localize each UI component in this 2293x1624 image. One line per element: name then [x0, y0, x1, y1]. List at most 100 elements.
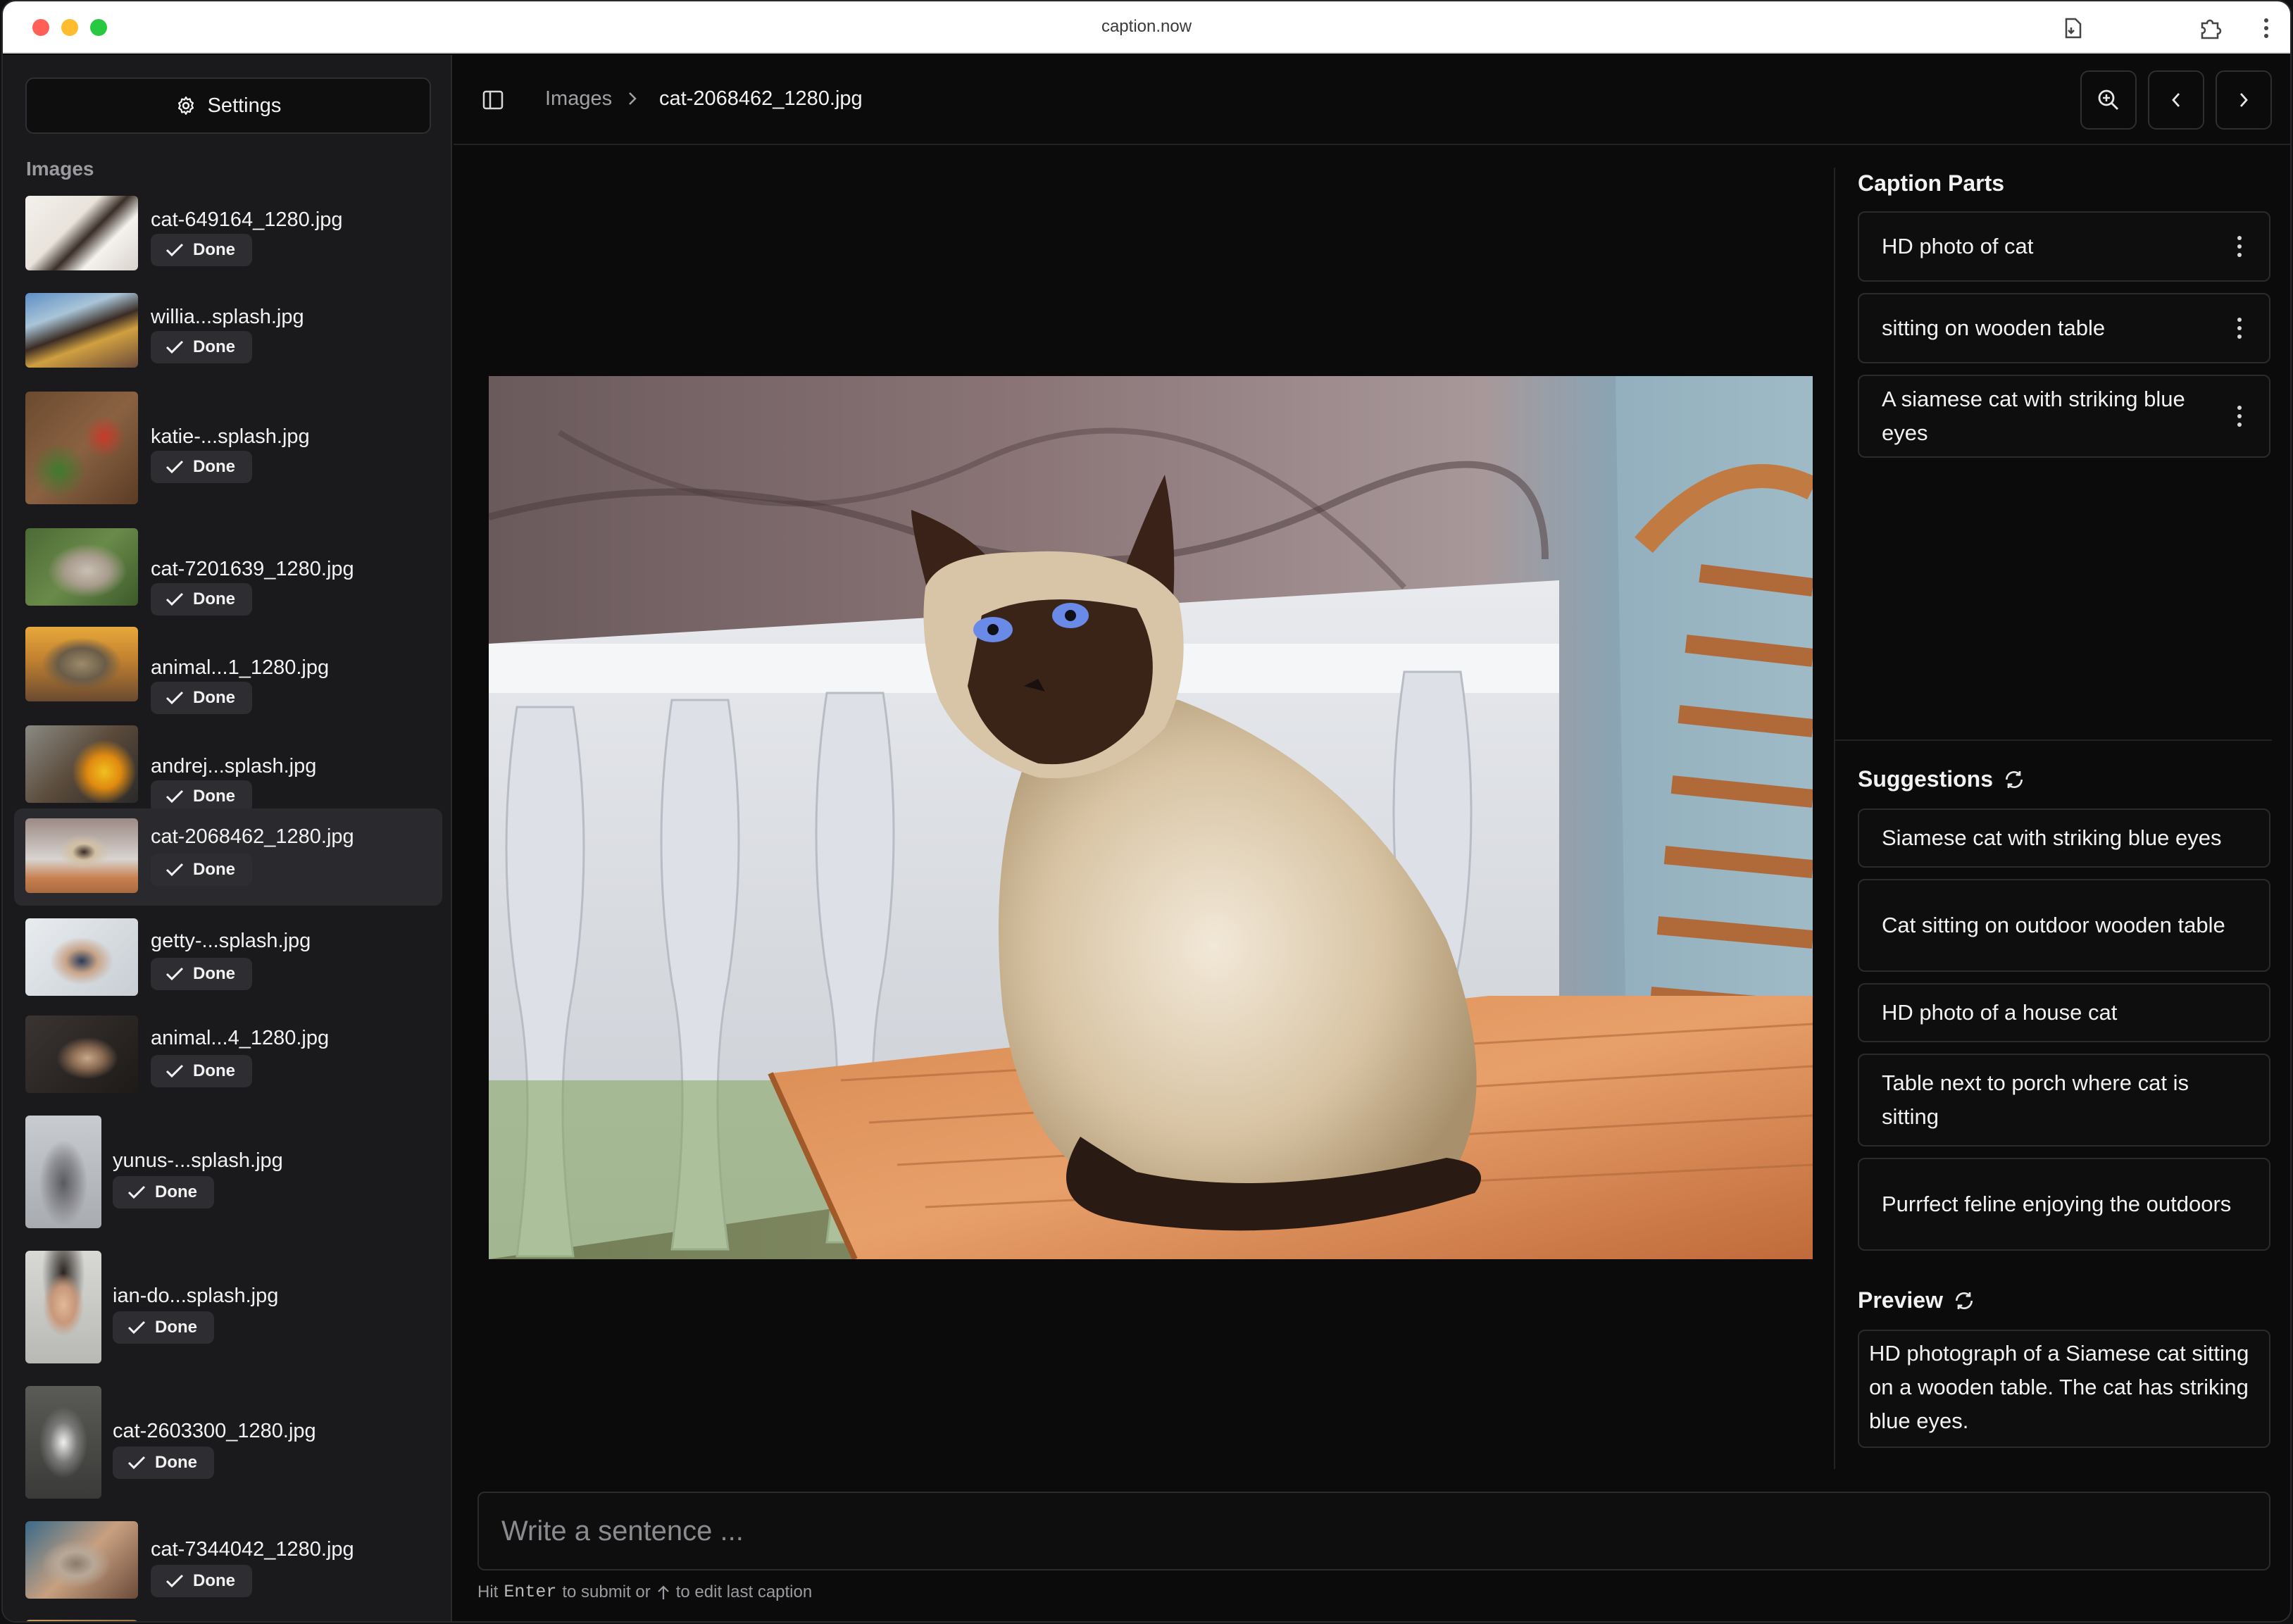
panel-divider	[1834, 168, 1835, 1469]
check-icon	[165, 789, 184, 804]
caption-part-text: HD photo of cat	[1882, 234, 2034, 258]
more-options-icon[interactable]	[2232, 314, 2247, 342]
sidebar: Settings Images cat-649164_1280.jpg Done…	[3, 55, 452, 1621]
check-icon	[165, 460, 184, 474]
caption-part-item[interactable]: sitting on wooden table	[1858, 293, 2270, 363]
next-image-button[interactable]	[2216, 70, 2272, 130]
status-label: Done	[193, 688, 235, 707]
image-filename: cat-7344042_1280.jpg	[151, 1538, 354, 1561]
status-badge: Done	[151, 1565, 252, 1597]
check-icon	[127, 1456, 146, 1470]
caption-part-item[interactable]: HD photo of cat	[1858, 211, 2270, 282]
more-options-icon[interactable]	[2232, 402, 2247, 430]
image-list-item[interactable]: cat-7344042_1280.jpg Done	[14, 1516, 442, 1604]
status-badge: Done	[113, 1447, 214, 1479]
suggestion-text: Cat sitting on outdoor wooden table	[1882, 913, 2225, 937]
preview-title: Preview	[1858, 1287, 1943, 1313]
suggestion-item[interactable]: HD photo of a house cat	[1858, 983, 2270, 1042]
caption-preview: HD photograph of a Siamese cat sitting o…	[1858, 1330, 2270, 1448]
status-label: Done	[155, 1182, 197, 1201]
breadcrumb-images[interactable]: Images	[545, 87, 612, 111]
status-badge: Done	[151, 583, 252, 616]
suggestion-item[interactable]: Cat sitting on outdoor wooden table	[1858, 879, 2270, 972]
image-list-item[interactable]: cat-2603300_1280.jpg Done	[14, 1380, 442, 1500]
check-icon	[165, 592, 184, 606]
image-list-item[interactable]: ian-do...splash.jpg Done	[14, 1245, 442, 1365]
title-bar: caption.now	[3, 1, 2290, 54]
refresh-icon[interactable]	[2003, 768, 2025, 791]
chevron-left-icon	[2172, 93, 2180, 107]
suggestion-text: HD photo of a house cat	[1882, 1000, 2118, 1025]
suggestion-text: Purrfect feline enjoying the outdoors	[1882, 1192, 2232, 1216]
suggestion-item[interactable]: Purrfect feline enjoying the outdoors	[1858, 1158, 2270, 1251]
check-icon	[165, 691, 184, 705]
install-app-icon[interactable]	[2059, 14, 2087, 42]
check-icon	[127, 1185, 146, 1199]
sentence-input[interactable]	[477, 1492, 2270, 1570]
image-thumbnail	[25, 918, 138, 996]
hint-text: to submit or	[562, 1582, 651, 1601]
check-icon	[165, 243, 184, 257]
content-header: Images cat-2068462_1280.jpg	[454, 55, 2290, 145]
image-list-item[interactable]: cat-7201639_1280.jpg Done	[14, 523, 442, 616]
arrow-up-icon	[657, 1585, 669, 1599]
status-label: Done	[193, 337, 235, 356]
status-label: Done	[155, 1453, 197, 1472]
image-filename: katie-...splash.jpg	[151, 425, 310, 448]
suggestion-item[interactable]: Siamese cat with striking blue eyes	[1858, 808, 2270, 868]
input-hint: Hit Enter to submit or to edit last capt…	[477, 1582, 812, 1602]
suggestions-heading: Suggestions	[1858, 766, 2025, 792]
image-list-item[interactable]: katie-...splash.jpg Done	[14, 386, 442, 504]
image-filename: andrej...splash.jpg	[151, 755, 317, 777]
main-image-preview	[489, 376, 1813, 1259]
caption-parts-heading: Caption Parts	[1858, 170, 2004, 196]
caption-parts-title: Caption Parts	[1858, 170, 2005, 196]
image-thumbnail	[25, 196, 138, 270]
settings-button[interactable]: Settings	[25, 77, 431, 134]
sidebar-toggle-button[interactable]	[479, 86, 507, 114]
gear-icon	[177, 96, 194, 115]
breadcrumb-current: cat-2068462_1280.jpg	[659, 87, 863, 110]
image-thumbnail	[25, 818, 138, 893]
image-list-item[interactable]: cat-649164_1280.jpg Done	[14, 187, 442, 276]
status-badge: Done	[151, 234, 252, 266]
sidebar-heading: Images	[26, 158, 94, 180]
status-label: Done	[193, 457, 235, 476]
status-label: Done	[193, 1571, 235, 1590]
check-icon	[165, 863, 184, 877]
status-label: Done	[193, 787, 235, 806]
image-list-item[interactable]: yunus-...splash.jpg Done	[14, 1110, 442, 1230]
image-list-item[interactable]: animal...1_1280.jpg Done	[14, 621, 442, 714]
image-list-item[interactable]: willia...splash.jpg Done	[14, 285, 442, 376]
suggestion-text: Siamese cat with striking blue eyes	[1882, 825, 2222, 850]
check-icon	[165, 1064, 184, 1078]
image-list-item-active[interactable]: cat-2068462_1280.jpg Done	[14, 808, 442, 906]
suggestion-item[interactable]: Table next to porch where cat is sitting	[1858, 1054, 2270, 1147]
check-icon	[165, 967, 184, 981]
caption-part-text: A siamese cat with striking blue eyes	[1882, 387, 2185, 445]
image-thumbnail	[25, 1521, 138, 1599]
image-filename: animal...4_1280.jpg	[151, 1027, 330, 1049]
image-filename: willia...splash.jpg	[151, 306, 304, 328]
more-options-icon[interactable]	[2232, 232, 2247, 261]
zoom-button[interactable]	[2080, 70, 2137, 130]
caption-part-item[interactable]: A siamese cat with striking blue eyes	[1858, 375, 2270, 458]
image-list-item[interactable]: animal...4_1280.jpg Done	[14, 1010, 442, 1099]
image-list-item[interactable]: andrej...splash.jpg Done	[14, 720, 442, 813]
refresh-icon[interactable]	[1953, 1289, 1975, 1312]
image-list-item[interactable]	[14, 1614, 442, 1621]
image-filename: cat-2068462_1280.jpg	[151, 825, 354, 848]
extensions-icon[interactable]	[2196, 14, 2224, 42]
status-label: Done	[193, 1061, 235, 1080]
status-badge: Done	[113, 1176, 214, 1208]
image-thumbnail	[25, 627, 138, 701]
settings-label: Settings	[207, 94, 282, 117]
previous-image-button[interactable]	[2148, 70, 2204, 130]
more-menu-icon[interactable]	[2252, 14, 2280, 42]
image-list-item[interactable]: getty-...splash.jpg Done	[14, 913, 442, 1001]
image-thumbnail	[25, 1620, 138, 1621]
chevron-right-icon	[627, 89, 638, 114]
status-badge: Done	[151, 958, 252, 990]
check-icon	[165, 1574, 184, 1588]
image-thumbnail	[25, 1016, 138, 1093]
